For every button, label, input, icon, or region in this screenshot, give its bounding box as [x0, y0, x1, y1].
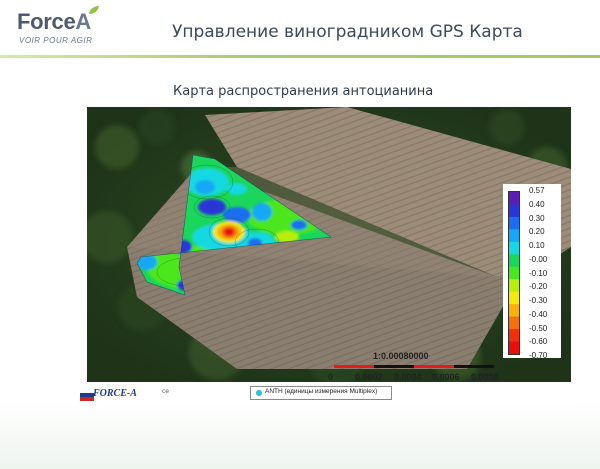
colorbar-label: -0.70 — [529, 351, 548, 360]
leaf-icon — [89, 6, 99, 14]
colorbar-segment — [509, 279, 519, 293]
colorbar-segment — [509, 204, 519, 218]
force-a-logo: ForceA — [17, 9, 91, 35]
scale-bar — [334, 365, 494, 368]
slide-bottom-fade — [0, 400, 600, 469]
logo-tagline: VOIR POUR AGIR — [19, 36, 93, 45]
colorbar-label: 0.40 — [529, 199, 545, 209]
colorbar-label: 0.10 — [529, 241, 545, 250]
page-title: Управление виноградником GPS Карта — [172, 22, 523, 42]
colorbar-segment — [509, 291, 519, 305]
colorbar-segment — [509, 266, 519, 280]
colorbar-segment — [509, 341, 519, 354]
colorbar-label: -0.10 — [529, 268, 548, 278]
colorbar-segment — [509, 216, 519, 230]
scale-tick: 0.0006 — [432, 372, 460, 382]
colorbar-label: -0.50 — [529, 323, 548, 333]
satellite-map — [87, 107, 571, 382]
scale-tick: 0.0002 — [355, 372, 383, 382]
footer-tag: ce — [162, 388, 169, 395]
colorbar-label: -0.40 — [529, 309, 548, 319]
colorbar-segment — [509, 304, 519, 318]
colorbar-label: -0.60 — [529, 337, 548, 347]
scale-tick: 0 — [328, 372, 334, 382]
slide-header: ForceA VOIR POUR AGIR Управление виногра… — [0, 0, 600, 62]
colorbar-label: -0.20 — [529, 282, 548, 292]
slide-subtitle: Карта распространения антоцианина — [173, 84, 434, 99]
colorbar-label: -0.00 — [529, 254, 548, 264]
legend-point-icon — [256, 390, 262, 396]
map-canvas — [87, 107, 571, 382]
scale-tick: 0.0004 — [394, 372, 422, 382]
colorbar-labels: 0.57 0.40 0.30 0.20 0.10 -0.00 -0.10 -0.20 -0.30… — [529, 186, 559, 361]
scale-tick: 0.0008 — [471, 372, 499, 382]
colorbar-label: 0.30 — [529, 213, 545, 223]
colorbar-label: 0.57 — [529, 186, 545, 195]
scale-ratio-label: 1:0.00080000 — [373, 351, 429, 361]
colorbar-segment — [509, 316, 519, 330]
footer-brand: FORCE-A — [93, 388, 137, 399]
colorbar-segment — [509, 229, 519, 243]
map-legend: ANTH (единицы измерения Multiplex) — [250, 386, 392, 400]
colorbar-label: 0.20 — [529, 227, 545, 237]
colorbar-segment — [509, 192, 519, 205]
colorbar-segment — [509, 329, 519, 343]
header-divider — [0, 55, 600, 58]
colorbar-segment — [509, 254, 519, 268]
colorbar-segment — [509, 241, 519, 255]
legend-label: ANTH (единицы измерения Multiplex) — [265, 388, 378, 395]
colorbar-label: -0.30 — [529, 296, 548, 305]
colorbar-scale — [508, 191, 520, 355]
logo-text: Force — [17, 9, 76, 34]
